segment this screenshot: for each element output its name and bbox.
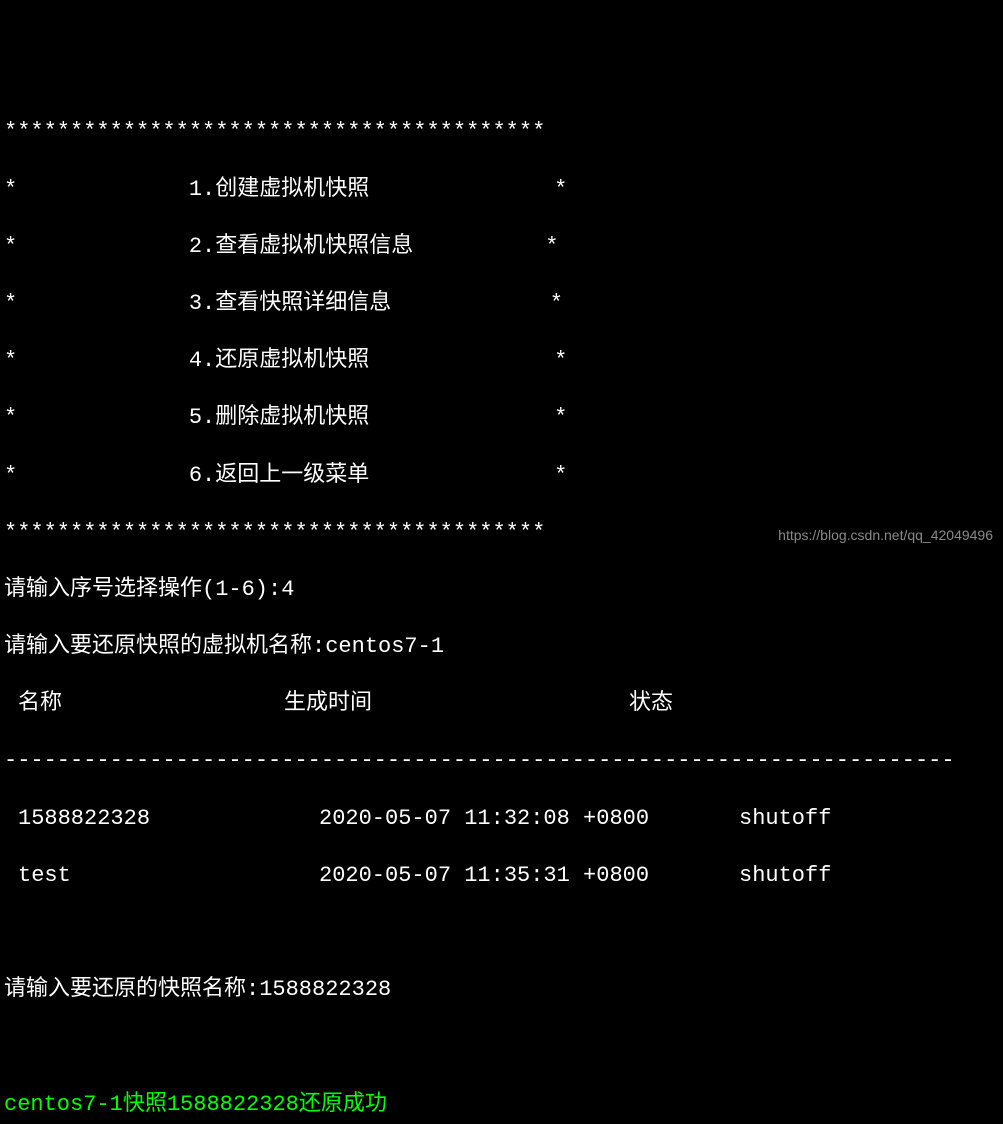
menu-item-2: * 2.查看虚拟机快照信息 * <box>4 233 999 262</box>
result-suffix: 还原成功 <box>299 1092 387 1117</box>
cell-time-0: 2020-05-07 11:32:08 +0800 <box>319 805 739 834</box>
table-row: test2020-05-07 11:35:31 +0800shutoff <box>4 862 999 891</box>
menu-num-6: 6 <box>189 463 202 488</box>
menu-item-4: * 4.还原虚拟机快照 * <box>4 347 999 376</box>
blank-line-2 <box>4 1033 999 1062</box>
header-state: 状态 <box>629 690 673 719</box>
result-snap: 1588822328 <box>167 1092 299 1117</box>
result-message: centos7-1快照1588822328还原成功 <box>4 1091 999 1120</box>
watermark: https://blog.csdn.net/qq_42049496 <box>778 526 993 544</box>
cell-time-1: 2020-05-07 11:35:31 +0800 <box>319 862 739 891</box>
result-vm: centos7-1 <box>4 1092 123 1117</box>
menu-border-top: ****************************************… <box>4 118 999 147</box>
input-select-op[interactable]: 4 <box>281 577 294 602</box>
input-snapshot-name[interactable]: 1588822328 <box>259 977 391 1002</box>
menu-item-6: * 6.返回上一级菜单 * <box>4 462 999 491</box>
cell-name-1: test <box>4 862 319 891</box>
menu-label-5: 删除虚拟机快照 <box>215 405 369 430</box>
prompt-vm-name-label: 请输入要还原快照的虚拟机名称: <box>4 634 325 659</box>
cell-name-0: 1588822328 <box>4 805 319 834</box>
result-mid: 快照 <box>123 1092 167 1117</box>
menu-label-1: 创建虚拟机快照 <box>215 177 369 202</box>
table-divider: ----------------------------------------… <box>4 747 999 776</box>
header-time: 生成时间 <box>284 690 629 719</box>
menu-num-2: 2 <box>189 234 202 259</box>
blank-line <box>4 919 999 948</box>
menu-item-3: * 3.查看快照详细信息 * <box>4 290 999 319</box>
menu-label-4: 还原虚拟机快照 <box>215 348 369 373</box>
menu-label-2: 查看虚拟机快照信息 <box>215 234 413 259</box>
input-vm-name[interactable]: centos7-1 <box>325 634 444 659</box>
menu-label-6: 返回上一级菜单 <box>215 463 369 488</box>
snapshot-table-header: 名称生成时间状态 <box>4 690 999 719</box>
prompt-select-op-label: 请输入序号选择操作(1-6): <box>4 577 281 602</box>
prompt-snapshot-name: 请输入要还原的快照名称:1588822328 <box>4 976 999 1005</box>
cell-state-0: shutoff <box>739 805 831 834</box>
menu-item-5: * 5.删除虚拟机快照 * <box>4 404 999 433</box>
prompt-select-op: 请输入序号选择操作(1-6):4 <box>4 576 999 605</box>
menu-num-5: 5 <box>189 405 202 430</box>
menu-num-3: 3 <box>189 291 202 316</box>
cell-state-1: shutoff <box>739 862 831 891</box>
prompt-vm-name: 请输入要还原快照的虚拟机名称:centos7-1 <box>4 633 999 662</box>
menu-num-1: 1 <box>189 177 202 202</box>
table-row: 15888223282020-05-07 11:32:08 +0800shuto… <box>4 805 999 834</box>
prompt-snapshot-label: 请输入要还原的快照名称: <box>4 977 259 1002</box>
menu-num-4: 4 <box>189 348 202 373</box>
menu-label-3: 查看快照详细信息 <box>215 291 391 316</box>
header-name: 名称 <box>4 690 284 719</box>
menu-item-1: * 1.创建虚拟机快照 * <box>4 176 999 205</box>
